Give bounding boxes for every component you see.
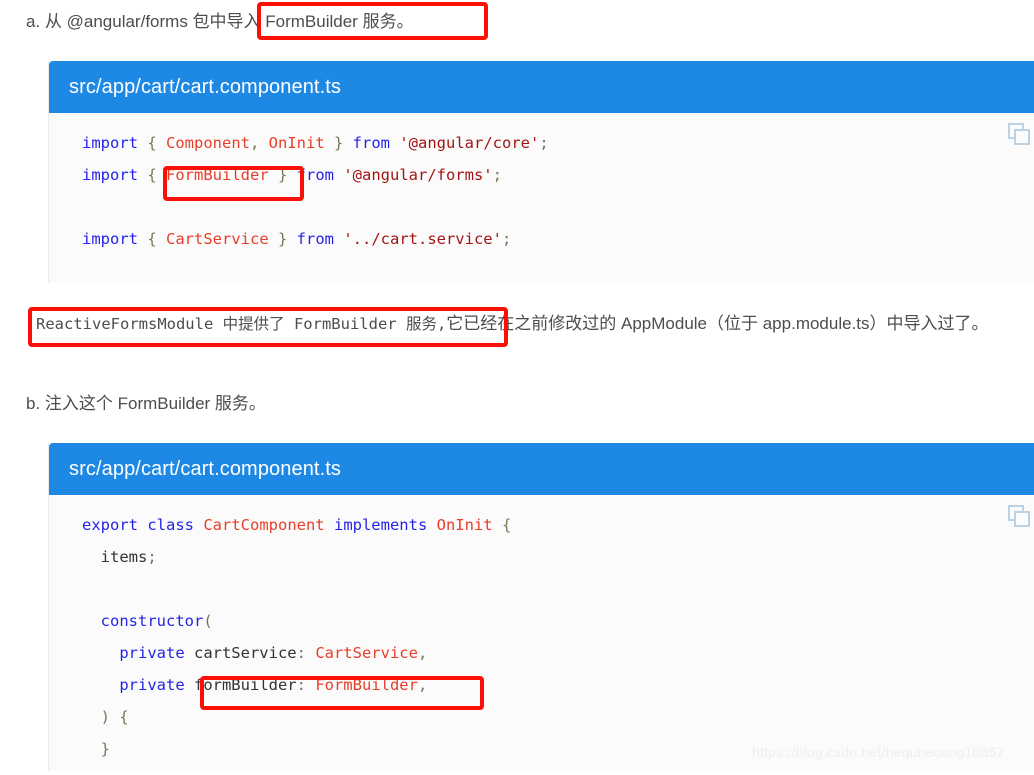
code-line: export class CartComponent implements On… bbox=[82, 509, 1034, 541]
code-block-1-filename: src/app/cart/cart.component.ts bbox=[69, 75, 342, 98]
code-block-1-header: src/app/cart/cart.component.ts bbox=[49, 61, 1034, 113]
code-token: } bbox=[82, 740, 110, 758]
code-token: constructor bbox=[100, 612, 204, 630]
code-token: formBuilder bbox=[193, 676, 297, 694]
code-token: FormBuilder bbox=[315, 676, 418, 694]
code-token: OnInit bbox=[436, 516, 493, 534]
code-token: import bbox=[82, 166, 148, 184]
code-line: items; bbox=[82, 541, 1034, 573]
code-token: CartService bbox=[166, 230, 269, 248]
code-token: , bbox=[417, 644, 428, 662]
code-token: private bbox=[119, 676, 194, 694]
code-token: import bbox=[82, 230, 148, 248]
copy-icon[interactable] bbox=[1008, 123, 1032, 147]
code-token: { bbox=[147, 134, 166, 152]
code-token: } bbox=[268, 230, 297, 248]
code-token: , bbox=[417, 676, 428, 694]
step-b-text: b. 注入这个 FormBuilder 服务。 bbox=[26, 394, 266, 413]
code-token: private bbox=[119, 644, 194, 662]
code-token: from bbox=[296, 166, 344, 184]
code-block-1-content: import { Component, OnInit } from '@angu… bbox=[49, 113, 1034, 265]
paragraph-reactiveformsmodule-clause: ReactiveFormsModule 中提供了 FormBuilder 服务, bbox=[36, 315, 447, 333]
code-token: FormBuilder bbox=[166, 166, 269, 184]
code-token: '@angular/forms' bbox=[343, 166, 493, 184]
code-block-1: src/app/cart/cart.component.ts import { … bbox=[48, 61, 1034, 283]
code-token: from bbox=[352, 134, 400, 152]
code-token: CartComponent bbox=[203, 516, 334, 534]
code-token: OnInit bbox=[268, 134, 325, 152]
code-token: implements bbox=[333, 516, 437, 534]
code-token: '../cart.service' bbox=[343, 230, 502, 248]
code-block-2-header: src/app/cart/cart.component.ts bbox=[49, 443, 1034, 495]
code-token: import bbox=[82, 134, 148, 152]
code-token: from bbox=[296, 230, 344, 248]
code-token: : bbox=[296, 676, 316, 694]
code-line: import { Component, OnInit } from '@angu… bbox=[82, 127, 1034, 159]
code-token: cartService bbox=[193, 644, 297, 662]
code-token: ; bbox=[492, 166, 502, 184]
code-block-2-content: export class CartComponent implements On… bbox=[49, 495, 1034, 775]
code-token: ; bbox=[501, 230, 512, 248]
step-a-text: a. 从 @angular/forms 包中导入 FormBuilder 服务。 bbox=[26, 12, 414, 31]
explanation-paragraph: ReactiveFormsModule 中提供了 FormBuilder 服务,… bbox=[36, 308, 1026, 340]
code-line: private formBuilder: FormBuilder, bbox=[82, 669, 1034, 701]
code-token: } bbox=[268, 166, 297, 184]
paragraph-second-line: 中导入过了。 bbox=[886, 314, 989, 333]
watermark: https://blog.csdn.net/hequhecong10857 bbox=[752, 744, 1005, 760]
code-token: ; bbox=[539, 134, 549, 152]
code-token: { bbox=[492, 516, 512, 534]
paragraph-rest-clause: 它已经在之前修改过的 AppModule（位于 app.module.ts） bbox=[446, 314, 887, 333]
code-token: ) { bbox=[82, 708, 129, 726]
code-line: constructor( bbox=[82, 605, 1034, 637]
code-token: CartService bbox=[315, 644, 418, 662]
code-token: export bbox=[82, 516, 148, 534]
copy-icon[interactable] bbox=[1008, 505, 1032, 529]
code-token: Component bbox=[166, 134, 250, 152]
copy-icon-front-sheet bbox=[1014, 129, 1030, 145]
code-token: , bbox=[250, 134, 269, 152]
code-block-2: src/app/cart/cart.component.ts export cl… bbox=[48, 443, 1034, 771]
code-token: ( bbox=[203, 612, 213, 630]
code-token: ; bbox=[147, 548, 157, 566]
code-line: import { CartService } from '../cart.ser… bbox=[82, 223, 1034, 255]
code-line: ) { bbox=[82, 701, 1034, 733]
code-token: : bbox=[296, 644, 316, 662]
code-block-2-filename: src/app/cart/cart.component.ts bbox=[69, 457, 342, 480]
code-line: private cartService: CartService, bbox=[82, 637, 1034, 669]
code-token: } bbox=[324, 134, 353, 152]
copy-icon-front-sheet bbox=[1014, 511, 1030, 527]
code-token: class bbox=[147, 516, 204, 534]
code-token: { bbox=[147, 230, 166, 248]
code-token: items bbox=[82, 548, 148, 566]
code-token: { bbox=[147, 166, 166, 184]
code-token: '@angular/core' bbox=[399, 134, 540, 152]
code-line: import { FormBuilder } from '@angular/fo… bbox=[82, 159, 1034, 191]
